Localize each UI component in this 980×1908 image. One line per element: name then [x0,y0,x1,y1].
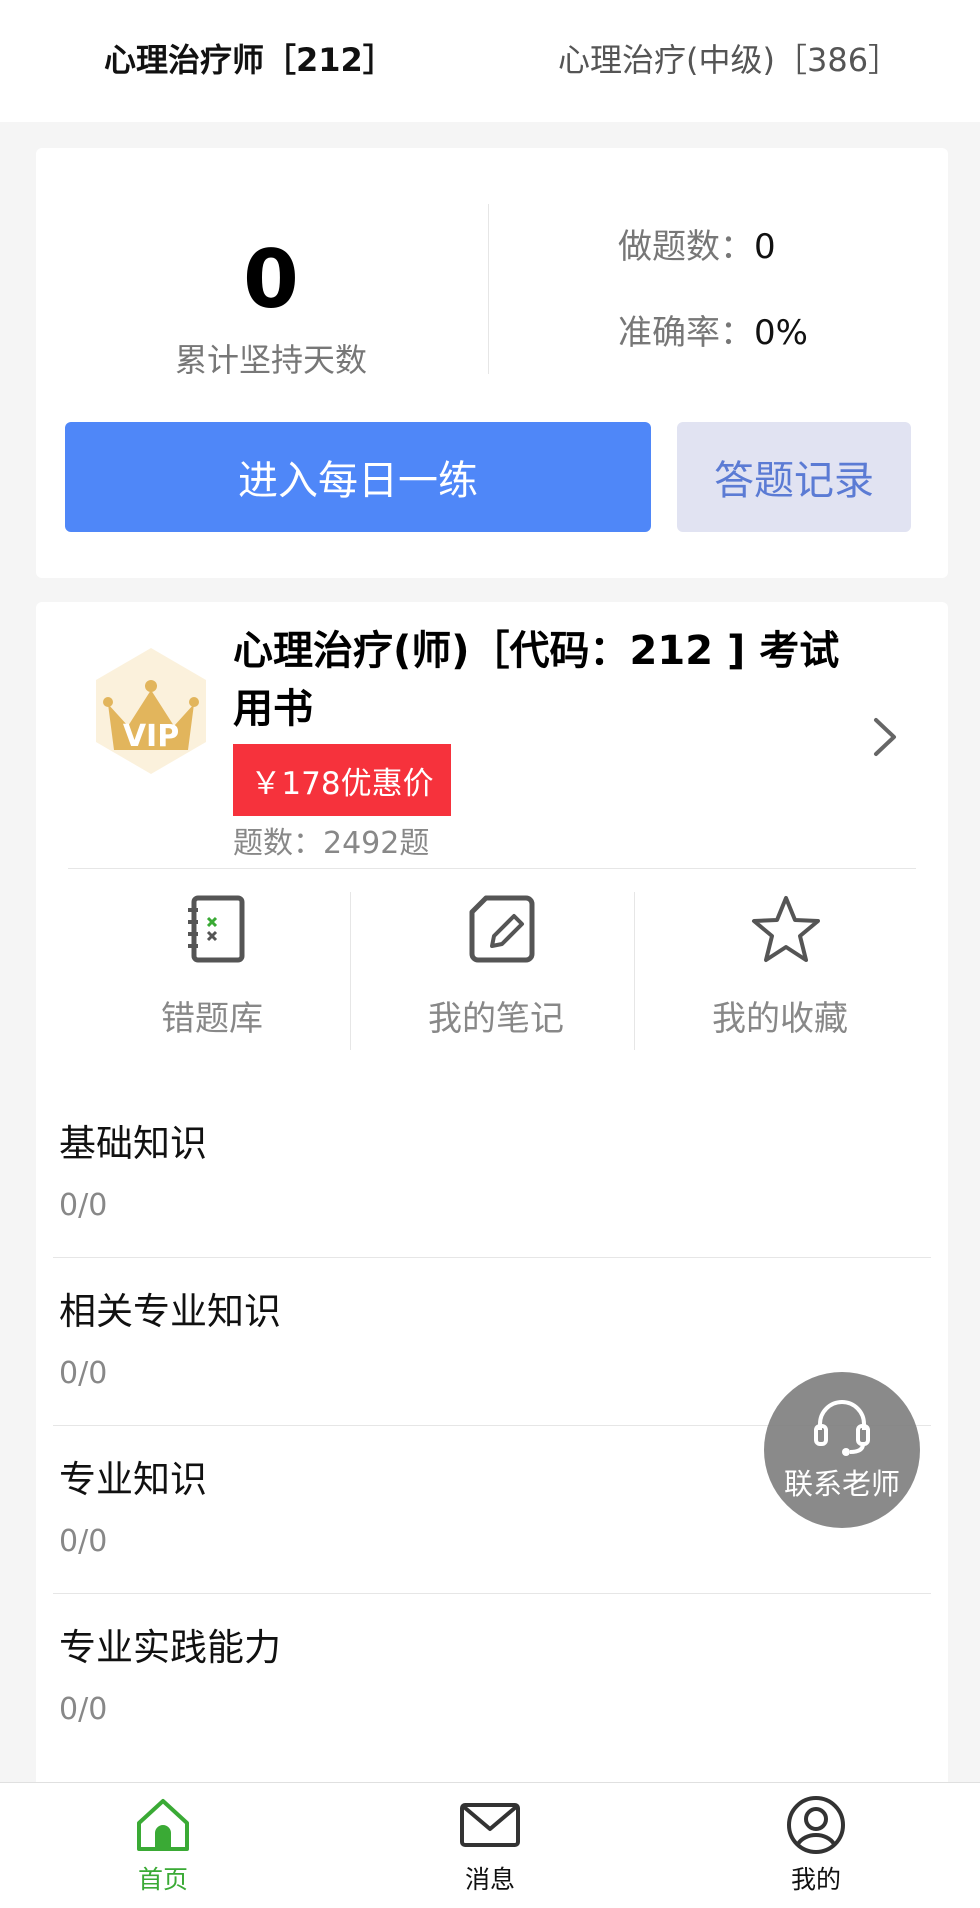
book-card: VIP 心理治疗(师)［代码：212 ] 考试用书 ￥178优惠价 题数：249… [36,602,948,1788]
chapter-item[interactable]: 专业实践能力 0/0 [53,1594,931,1762]
chapter-progress: 0/0 [59,1692,108,1727]
book-divider [68,868,916,869]
persist-days-label: 累计坚持天数 [174,341,367,379]
envelope-icon [460,1795,520,1855]
accuracy-rate-label: 准确率： [618,313,754,353]
price-tag: ￥178优惠价 [233,744,451,816]
tab-psychotherapist[interactable]: 心理治疗师［212］ [104,36,395,84]
chevron-right-icon[interactable] [870,712,900,762]
questions-done-value: 0 [754,227,776,267]
chapter-item[interactable]: 基础知识 0/0 [53,1090,931,1258]
bottom-nav: 首页 消息 我的 [0,1782,980,1908]
chapter-progress: 0/0 [59,1356,108,1391]
nav-messages-label: 消息 [464,1865,515,1894]
stats-card: 0 累计坚持天数 做题数：0 准确率：0% 进入每日一练 答题记录 [36,148,948,578]
vip-badge-text: VIP [123,719,179,754]
chapter-name: 基础知识 [59,1122,207,1165]
svg-text:VIP: VIP [123,719,179,754]
book-title[interactable]: 心理治疗(师)［代码：212 ] 考试用书 [233,622,853,738]
chapter-name: 相关专业知识 [59,1290,281,1333]
chapter-progress: 0/0 [59,1188,108,1223]
exam-tabs: 心理治疗师［212］ 心理治疗(中级)［386］ [0,0,980,122]
accuracy-rate-value: 0% [754,313,808,353]
questions-done-label: 做题数： [618,227,754,267]
star-icon [748,892,824,968]
chapter-progress: 0/0 [59,1524,108,1559]
nav-mine-label: 我的 [790,1865,841,1894]
wrong-questions-label: 错题库 [161,999,263,1039]
note-pencil-icon [464,892,540,968]
headset-icon [810,1394,874,1458]
nav-home-label: 首页 [137,1865,188,1894]
tab-psychotherapy-intermediate[interactable]: 心理治疗(中级)［386］ [558,36,900,84]
tools-row: 错题库 我的笔记 我的收藏 [36,892,948,1052]
nav-mine[interactable]: 我的 [716,1783,916,1908]
tool-divider [350,892,351,1050]
stats-divider [488,204,489,374]
my-notes-button[interactable]: 我的笔记 [354,892,638,1052]
accuracy-rate: 准确率：0% [618,308,808,358]
my-notes-label: 我的笔记 [428,999,564,1039]
wrong-book-icon [180,892,256,968]
home-icon [133,1795,193,1855]
vip-crown-icon: VIP [86,646,216,776]
answer-record-button[interactable]: 答题记录 [677,422,911,532]
user-avatar-icon [786,1795,846,1855]
my-favorites-label: 我的收藏 [712,999,848,1039]
tool-divider [634,892,635,1050]
chapter-name: 专业知识 [59,1458,207,1501]
daily-practice-button[interactable]: 进入每日一练 [65,422,651,532]
nav-messages[interactable]: 消息 [390,1783,590,1908]
contact-teacher-button[interactable]: 联系老师 [764,1372,920,1528]
chapter-name: 专业实践能力 [59,1626,281,1669]
wrong-questions-button[interactable]: 错题库 [70,892,354,1052]
question-count: 题数：2492题 [233,826,430,861]
nav-home[interactable]: 首页 [63,1783,263,1908]
my-favorites-button[interactable]: 我的收藏 [638,892,922,1052]
persist-days-value: 0 [243,233,299,326]
questions-done: 做题数：0 [618,222,776,272]
contact-teacher-label: 联系老师 [783,1467,900,1501]
